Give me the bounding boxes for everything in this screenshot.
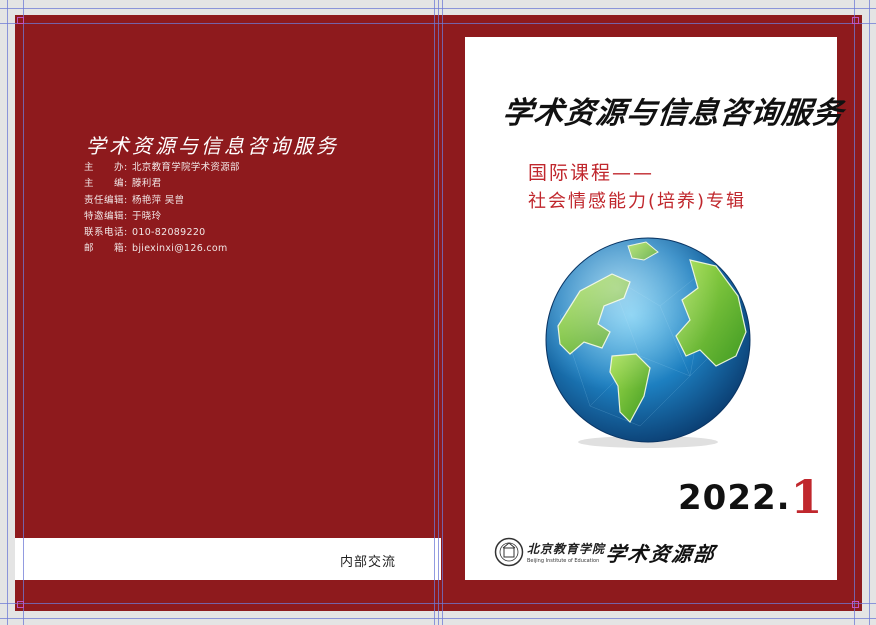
- masthead-row: 邮 箱: bjiexinxi@126.com: [84, 241, 240, 257]
- masthead-value: 杨艳萍 吴曾: [132, 194, 185, 206]
- guide-line: [0, 603, 876, 604]
- masthead-row: 主 编: 滕利君: [84, 176, 240, 192]
- masthead-key: 主 办:: [84, 162, 128, 173]
- guide-line: [434, 0, 435, 625]
- masthead-value: bjiexinxi@126.com: [132, 243, 228, 255]
- masthead-key: 特邀编辑:: [84, 210, 128, 222]
- institution-name-en: Beijing Institute of Education: [527, 558, 600, 564]
- masthead-value: 滕利君: [132, 178, 162, 190]
- guide-line: [0, 8, 876, 9]
- masthead-row: 联系电话: 010-82089220: [84, 225, 240, 241]
- front-cover-title: 学术资源与信息咨询服务: [500, 96, 846, 131]
- masthead-key: 主 编:: [84, 178, 128, 190]
- masthead-row: 主 办: 北京教育学院学术资源部: [84, 160, 240, 176]
- crop-mark: [852, 601, 859, 608]
- internal-exchange-label: 内部交流: [340, 555, 397, 570]
- guide-line: [438, 0, 439, 625]
- institution-logo-icon: [494, 537, 524, 567]
- institution-name: 北京教育学院: [527, 542, 606, 556]
- guide-line: [23, 0, 24, 625]
- crop-mark: [17, 601, 24, 608]
- issue-index: 1: [790, 470, 824, 524]
- back-cover-title: 学术资源与信息咨询服务: [86, 134, 339, 158]
- guide-line: [442, 0, 443, 625]
- masthead-row: 特邀编辑: 于晓玲: [84, 209, 240, 225]
- masthead-value: 010-82089220: [132, 227, 206, 239]
- masthead-key: 责任编辑:: [84, 194, 128, 206]
- masthead: 主 办: 北京教育学院学术资源部 主 编: 滕利君 责任编辑: 杨艳萍 吴曾 特…: [84, 160, 240, 258]
- issue-number: 2022.1: [678, 470, 824, 524]
- globe-illustration: [545, 237, 751, 448]
- crop-mark: [17, 17, 24, 24]
- guide-line: [0, 618, 876, 619]
- issue-year: 2022.: [678, 478, 791, 518]
- masthead-value: 北京教育学院学术资源部: [132, 162, 240, 173]
- guide-line: [854, 0, 855, 625]
- guide-line: [869, 0, 870, 625]
- subtitle-line2: 社会情感能力(培养)专辑: [528, 191, 747, 212]
- guide-line: [0, 23, 876, 24]
- department-name: 学术资源部: [604, 542, 718, 566]
- subtitle-line1: 国际课程——: [528, 162, 655, 184]
- masthead-row: 责任编辑: 杨艳萍 吴曾: [84, 193, 240, 209]
- masthead-key: 联系电话:: [84, 227, 128, 239]
- masthead-key: 邮 箱:: [84, 243, 128, 255]
- guide-line: [7, 0, 8, 625]
- masthead-value: 于晓玲: [132, 210, 162, 222]
- crop-mark: [852, 17, 859, 24]
